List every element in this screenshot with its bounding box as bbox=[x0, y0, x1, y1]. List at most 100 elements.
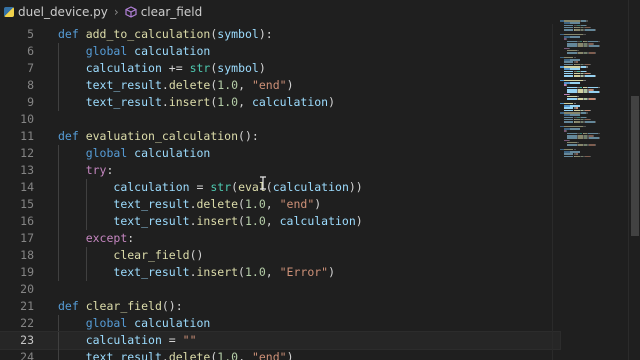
breadcrumb-symbol-label: clear_field bbox=[140, 5, 203, 19]
minimap-token bbox=[598, 91, 600, 93]
code-line[interactable]: 16 text_result.insert(1.0, calculation) bbox=[0, 213, 560, 230]
minimap-token bbox=[593, 135, 595, 137]
breadcrumb-symbol[interactable]: clear_field bbox=[125, 5, 203, 19]
minimap-token bbox=[595, 121, 597, 123]
minimap-token bbox=[566, 38, 568, 40]
scrollbar-thumb[interactable] bbox=[631, 96, 639, 236]
minimap-token bbox=[569, 36, 580, 38]
method-cube-icon bbox=[125, 6, 137, 18]
indent-guide bbox=[58, 162, 59, 179]
code-token: : bbox=[106, 163, 114, 177]
code-token: str bbox=[189, 61, 211, 75]
minimap-token bbox=[593, 43, 595, 45]
code-token: insert bbox=[196, 265, 239, 279]
minimap-token bbox=[583, 33, 587, 36]
code-token: symbol bbox=[217, 27, 259, 41]
minimap-token bbox=[563, 148, 574, 151]
code-token: 1.0 bbox=[244, 214, 266, 228]
minimap-token bbox=[567, 49, 578, 52]
code-line[interactable]: 11 def evaluation_calculation(): bbox=[0, 128, 560, 145]
code-token: symbol bbox=[217, 61, 259, 75]
code-line[interactable]: 18 clear_field() bbox=[0, 247, 560, 264]
minimap-token bbox=[569, 151, 580, 153]
code-area[interactable]: 5 def add_to_calculation(symbol): 6 global… bbox=[0, 26, 561, 360]
minimap-token bbox=[595, 144, 597, 146]
minimap-token bbox=[563, 116, 574, 119]
indent-guide bbox=[58, 179, 59, 196]
minimap-token bbox=[588, 45, 599, 47]
minimap-token bbox=[585, 121, 596, 123]
minimap-token bbox=[563, 102, 574, 105]
code-line[interactable]: 5 def add_to_calculation(symbol): bbox=[0, 26, 560, 43]
code-token: text_result bbox=[85, 78, 162, 92]
line-text: text_result.insert(1.0, calculation) bbox=[58, 213, 363, 230]
breadcrumb-file[interactable]: duel_device.py bbox=[4, 5, 108, 19]
code-line[interactable]: 17 except: bbox=[0, 230, 560, 247]
code-line[interactable]: 15 text_result.delete(1.0, "end") bbox=[0, 196, 560, 213]
minimap-token bbox=[563, 118, 574, 121]
code-token: , bbox=[265, 197, 280, 211]
code-token: = bbox=[189, 180, 211, 194]
code-line[interactable]: 9 text_result.insert(1.0, calculation) bbox=[0, 94, 560, 111]
code-line[interactable]: 22 global calculation bbox=[0, 315, 560, 332]
code-token: , bbox=[238, 78, 252, 92]
minimap-token bbox=[569, 82, 580, 84]
minimap[interactable] bbox=[556, 14, 628, 360]
minimap-token bbox=[569, 128, 580, 130]
code-token: : bbox=[127, 231, 135, 245]
line-text: clear_field() bbox=[58, 247, 203, 264]
code-line[interactable]: 21 def clear_field(): bbox=[0, 298, 560, 315]
minimap-token bbox=[569, 114, 580, 116]
code-token: str bbox=[210, 180, 232, 194]
code-editor[interactable]: duel_device.py › clear_field 5 def add_to… bbox=[0, 0, 640, 360]
code-token: text_result bbox=[113, 214, 190, 228]
minimap-token bbox=[576, 61, 578, 63]
code-line[interactable]: 7 calculation += str(symbol) bbox=[0, 60, 560, 77]
code-token: , bbox=[265, 265, 280, 279]
code-token: 1.0 bbox=[217, 350, 239, 360]
vertical-scrollbar[interactable] bbox=[628, 0, 640, 360]
code-token: calculation bbox=[272, 180, 349, 194]
minimap-token bbox=[563, 33, 584, 36]
minimap-token bbox=[595, 29, 597, 31]
code-line[interactable]: 10 bbox=[0, 111, 560, 128]
line-text: def evaluation_calculation(): bbox=[58, 128, 259, 145]
code-token: )) bbox=[348, 180, 363, 194]
line-text: calculation = str(eval(calculation)) bbox=[58, 179, 363, 196]
code-token: ) bbox=[355, 214, 363, 228]
code-token: . bbox=[161, 95, 169, 109]
minimap-token bbox=[598, 137, 600, 139]
code-line[interactable]: 6 global calculation bbox=[0, 43, 560, 60]
breadcrumb: duel_device.py › clear_field bbox=[0, 0, 640, 24]
line-number: 23 bbox=[20, 333, 34, 347]
code-line[interactable]: 19 text_result.insert(1.0, "Error") bbox=[0, 264, 560, 281]
line-number: 21 bbox=[20, 299, 34, 313]
line-number: 19 bbox=[20, 265, 34, 279]
indent-guide bbox=[58, 315, 59, 332]
line-text: text_result.insert(1.0, calculation) bbox=[58, 94, 335, 111]
line-text: global calculation bbox=[58, 145, 211, 162]
line-number: 15 bbox=[20, 197, 34, 211]
minimap-token bbox=[583, 79, 587, 82]
minimap-token bbox=[569, 59, 580, 61]
code-token: () bbox=[189, 248, 204, 262]
minimap-token bbox=[586, 20, 588, 22]
code-line[interactable]: 24 text_result.delete(1.0, "end") bbox=[0, 349, 560, 360]
minimap-token bbox=[589, 63, 591, 66]
code-token: = bbox=[161, 333, 183, 347]
minimap-token bbox=[567, 43, 578, 45]
code-token: calculation bbox=[85, 61, 162, 75]
code-line[interactable]: 12 global calculation bbox=[0, 145, 560, 162]
code-line[interactable]: 23 calculation = "" bbox=[0, 331, 561, 350]
line-number: 20 bbox=[20, 282, 34, 296]
code-line[interactable]: 13 try: bbox=[0, 162, 560, 179]
code-line[interactable]: 14 calculation = str(eval(calculation)) bbox=[0, 179, 560, 196]
minimap-token bbox=[589, 155, 591, 158]
code-token: . bbox=[161, 78, 169, 92]
code-line[interactable]: 8 text_result.delete(1.0, "end") bbox=[0, 77, 560, 94]
code-line[interactable]: 20 bbox=[0, 281, 560, 298]
